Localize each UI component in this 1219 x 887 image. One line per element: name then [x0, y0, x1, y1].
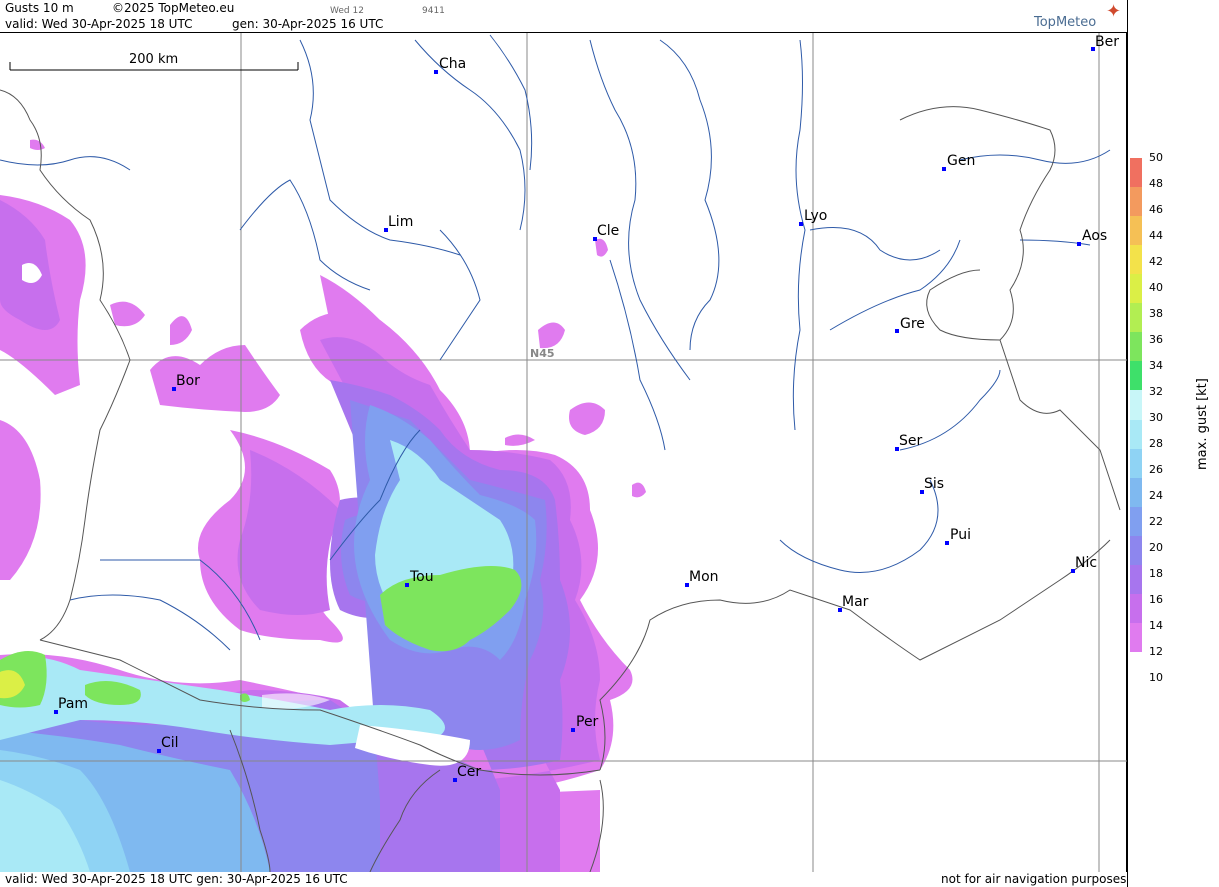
colorbar-segment — [1130, 535, 1142, 566]
day-label: Wed 12 — [330, 6, 364, 16]
legend-tick-label: 30 — [1149, 411, 1163, 424]
city-marker — [1077, 242, 1081, 246]
legend-tick-label: 50 — [1149, 151, 1163, 164]
legend-tick-label: 18 — [1149, 567, 1163, 580]
colorbar-segment — [1130, 158, 1142, 188]
colorbar-segment — [1130, 216, 1142, 246]
legend-tick-label: 26 — [1149, 463, 1163, 476]
legend-tick-label: 38 — [1149, 307, 1163, 320]
legend-tick-label: 44 — [1149, 229, 1163, 242]
colorbar-segment — [1130, 361, 1142, 391]
legend-tick-label: 24 — [1149, 489, 1163, 502]
city-label[interactable]: Mon — [689, 569, 719, 585]
city-label[interactable]: Gen — [947, 153, 975, 169]
gust-colorbar — [1130, 158, 1142, 653]
city-label[interactable]: Nic — [1075, 555, 1097, 571]
city-marker — [942, 167, 946, 171]
copyright: ©2025 TopMeteo.eu — [112, 1, 235, 15]
city-label[interactable]: Lim — [388, 214, 413, 230]
city-label[interactable]: Cha — [439, 56, 466, 72]
legend-tick-label: 32 — [1149, 385, 1163, 398]
city-label[interactable]: Pam — [58, 696, 88, 712]
colorbar-segment — [1130, 448, 1142, 479]
run-code: 9411 — [422, 6, 445, 16]
legend-tick-label: 20 — [1149, 541, 1163, 554]
colorbar-segment — [1130, 564, 1142, 595]
city-label[interactable]: Aos — [1082, 228, 1107, 244]
legend-tick-label: 40 — [1149, 281, 1163, 294]
city-label[interactable]: Ber — [1095, 34, 1119, 50]
city-label[interactable]: Cer — [457, 764, 481, 780]
legend-tick-label: 48 — [1149, 177, 1163, 190]
city-marker — [405, 583, 409, 587]
colorbar-segment — [1130, 622, 1142, 653]
city-label[interactable]: Gre — [900, 316, 925, 332]
legend-tick-label: 46 — [1149, 203, 1163, 216]
legend-tick-label: 22 — [1149, 515, 1163, 528]
colorbar-segment — [1130, 332, 1142, 362]
city-marker — [434, 70, 438, 74]
logo-star-icon: ✦ — [1106, 1, 1122, 22]
city-label[interactable]: Lyo — [804, 208, 827, 224]
legend-tick-label: 12 — [1149, 645, 1163, 658]
product-title: Gusts 10 m — [5, 1, 74, 15]
city-marker — [799, 222, 803, 226]
footer-valid-gen: valid: Wed 30-Apr-2025 18 UTC gen: 30-Ap… — [5, 872, 348, 886]
logo-text: TopMeteo — [1034, 15, 1097, 30]
city-label[interactable]: Bor — [176, 373, 200, 389]
colorbar-segment — [1130, 245, 1142, 275]
city-marker — [895, 329, 899, 333]
colorbar-segment — [1130, 477, 1142, 508]
city-label[interactable]: Mar — [842, 594, 868, 610]
colorbar-segment — [1130, 303, 1142, 333]
city-marker — [945, 541, 949, 545]
gust-field — [0, 139, 646, 872]
city-label[interactable]: Cil — [161, 735, 179, 751]
colorbar-segment — [1130, 274, 1142, 304]
valid-time: valid: Wed 30-Apr-2025 18 UTC — [5, 17, 193, 31]
colorbar-segment — [1130, 506, 1142, 537]
legend-title: max. gust [kt] — [1195, 378, 1210, 470]
grid-label-n45: N45 — [530, 347, 555, 360]
legend-tick-label: 10 — [1149, 671, 1163, 684]
city-label[interactable]: Tou — [410, 569, 434, 585]
topmeteo-logo: ✦ TopMeteo — [1034, 1, 1121, 30]
colorbar-segment — [1130, 593, 1142, 624]
legend-tick-label: 42 — [1149, 255, 1163, 268]
city-label[interactable]: Cle — [597, 223, 619, 239]
city-marker — [571, 728, 575, 732]
city-label[interactable]: Sis — [924, 476, 944, 492]
colorbar-segment — [1130, 419, 1142, 450]
legend-tick-label: 16 — [1149, 593, 1163, 606]
gen-time: gen: 30-Apr-2025 16 UTC — [232, 17, 384, 31]
footer-disclaimer: not for air navigation purposes — [941, 872, 1127, 886]
legend-tick-label: 34 — [1149, 359, 1163, 372]
scale-label: 200 km — [129, 52, 179, 67]
legend-tick-label: 14 — [1149, 619, 1163, 632]
colorbar-segment — [1130, 390, 1142, 421]
legend-tick-label: 36 — [1149, 333, 1163, 346]
colorbar-segment — [1130, 187, 1142, 217]
city-label[interactable]: Ser — [899, 433, 922, 449]
city-label[interactable]: Pui — [950, 527, 971, 543]
city-label[interactable]: Per — [576, 714, 598, 730]
legend-tick-label: 28 — [1149, 437, 1163, 450]
